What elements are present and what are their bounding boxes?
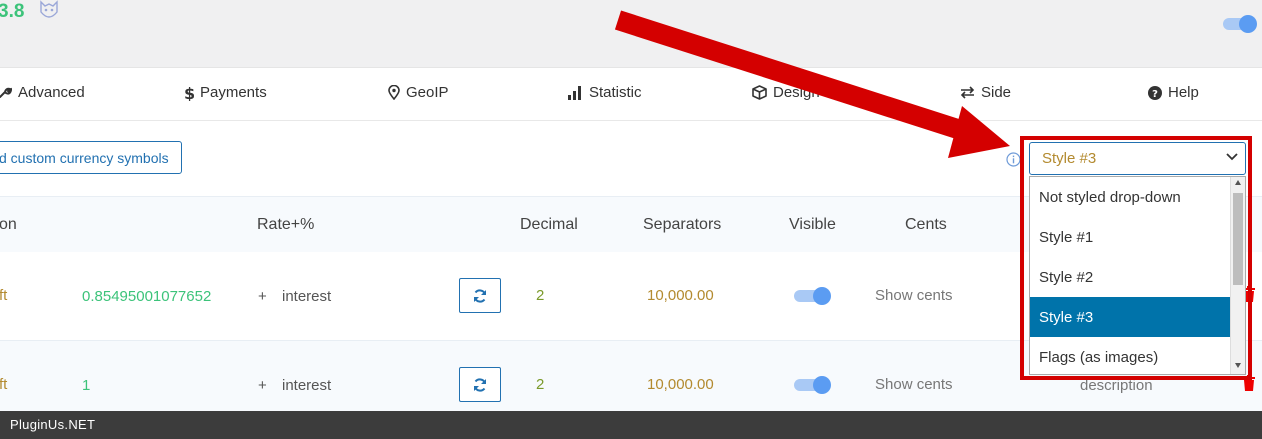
question-circle-icon: ?	[1148, 85, 1162, 100]
chevron-down-icon	[1226, 153, 1238, 161]
settings-tabs: Advanced $ Payments GeoIP Statistic Desi…	[0, 68, 1262, 121]
swap-icon	[960, 86, 975, 99]
tab-statistic[interactable]: Statistic	[568, 84, 642, 101]
scroll-thumb[interactable]	[1233, 193, 1243, 285]
tab-label: Payments	[200, 84, 267, 101]
cents-option[interactable]: Show cents	[875, 287, 953, 304]
col-visible-header: Visible	[789, 216, 836, 233]
rate-value[interactable]: 1	[82, 377, 90, 394]
currency-name: ft	[0, 376, 8, 393]
refresh-icon	[474, 288, 486, 303]
footer-bar: PluginUs.NET	[0, 411, 1262, 439]
tab-label: Side	[981, 84, 1012, 101]
svg-text:?: ?	[1152, 89, 1158, 100]
cube-icon	[752, 85, 767, 100]
dropdown-option[interactable]: Flags (as images)	[1030, 337, 1232, 374]
col-separators-header: Separators	[643, 216, 722, 233]
interest-field[interactable]: interest	[282, 288, 331, 305]
map-pin-icon	[388, 85, 400, 100]
col-decimal-header: Decimal	[520, 216, 578, 233]
visible-toggle[interactable]	[794, 375, 832, 395]
top-bar: 3.8	[0, 0, 1262, 68]
tab-payments[interactable]: $ Payments	[184, 84, 267, 101]
tab-label: Design	[773, 84, 820, 101]
dropdown-scrollbar[interactable]	[1230, 177, 1245, 374]
decimal-value[interactable]: 2	[536, 287, 544, 304]
plugin-logo-icon	[40, 0, 58, 18]
col-cents-header: Cents	[905, 216, 947, 233]
plus-sign: +	[258, 288, 267, 305]
interest-field[interactable]: interest	[282, 377, 331, 394]
tab-help[interactable]: ? Help	[1148, 84, 1199, 101]
dropdown-option[interactable]: Not styled drop-down	[1030, 177, 1232, 217]
dollar-icon: $	[184, 85, 194, 101]
svg-text:$: $	[184, 85, 194, 101]
refresh-rate-button[interactable]	[459, 278, 501, 313]
currency-name: ft	[0, 287, 8, 304]
visible-toggle[interactable]	[794, 286, 832, 306]
tab-label: Statistic	[589, 84, 642, 101]
top-toggle-switch[interactable]	[1222, 14, 1258, 34]
select-current-value: Style #3	[1042, 150, 1097, 167]
bar-chart-icon	[568, 85, 581, 100]
separators-value[interactable]: 10,000.00	[647, 376, 714, 393]
tab-design[interactable]: Design	[752, 84, 820, 101]
rate-value[interactable]: 0.85495001077652	[82, 288, 211, 305]
tab-advanced[interactable]: Advanced	[0, 84, 85, 101]
dropdown-option-selected[interactable]: Style #3	[1030, 297, 1232, 337]
tab-geoip[interactable]: GeoIP	[388, 84, 449, 101]
style-dropdown-list: Not styled drop-down Style #1 Style #2 S…	[1029, 176, 1246, 375]
tab-label: Help	[1168, 84, 1199, 101]
tab-side[interactable]: Side	[960, 84, 1011, 101]
style-select[interactable]: Style #3	[1029, 142, 1246, 175]
scroll-down-arrow-icon[interactable]	[1235, 363, 1241, 368]
cents-option[interactable]: Show cents	[875, 376, 953, 393]
refresh-icon	[474, 377, 486, 392]
decimal-value[interactable]: 2	[536, 376, 544, 393]
dropdown-option[interactable]: Style #2	[1030, 257, 1232, 297]
tab-label: GeoIP	[406, 84, 449, 101]
add-custom-currency-symbols-button[interactable]: d custom currency symbols	[0, 141, 182, 174]
separators-value[interactable]: 10,000.00	[647, 287, 714, 304]
col-rate-header: Rate+%	[257, 216, 315, 233]
col-name-header: on	[0, 216, 17, 233]
plus-sign: +	[258, 377, 267, 394]
footer-text: PluginUs.NET	[10, 417, 96, 432]
tab-label: Advanced	[18, 84, 85, 101]
dropdown-option[interactable]: Style #1	[1030, 217, 1232, 257]
wrench-icon	[0, 87, 12, 98]
refresh-rate-button[interactable]	[459, 367, 501, 402]
scroll-up-arrow-icon[interactable]	[1235, 180, 1241, 185]
version-number: 3.8	[0, 1, 25, 22]
info-icon[interactable]	[1006, 152, 1021, 167]
